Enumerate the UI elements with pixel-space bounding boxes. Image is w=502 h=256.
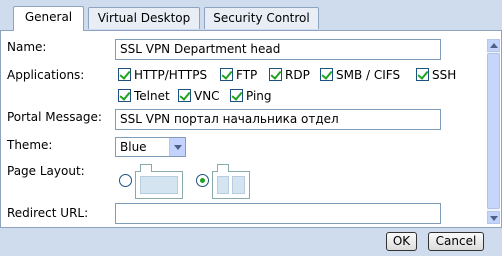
checkbox-checked-icon [118,68,131,81]
app-ssh-label: SSH [432,68,457,82]
general-panel: Name: SSL VPN Department head Applicatio… [0,31,502,227]
layout-block [140,176,178,194]
app-checkbox-ping[interactable]: Ping [230,88,272,104]
ok-button[interactable]: OK [386,232,417,251]
layout-tab-nub [217,164,229,172]
scroll-down-icon[interactable] [487,211,500,224]
layout-radio-two-column[interactable] [196,174,209,187]
name-label: Name: [7,40,47,54]
app-rdp-label: RDP [285,68,310,82]
page-layout-label: Page Layout: [7,164,85,178]
dialog-footer: OK Cancel [0,227,502,256]
app-smb-label: SMB / CIFS [336,68,401,82]
layout-block [217,176,229,194]
single-column-layout-icon [135,164,183,199]
name-field[interactable]: SSL VPN Department head [115,39,441,60]
theme-label: Theme: [7,138,53,152]
app-checkbox-smb[interactable]: SMB / CIFS [320,67,400,83]
theme-select[interactable]: Blue [115,137,186,157]
layout-tab-nub [140,164,152,172]
app-checkbox-http[interactable]: HTTP/HTTPS [118,67,207,83]
cancel-button[interactable]: Cancel [428,232,484,251]
checkbox-checked-icon [269,68,282,81]
chevron-down-icon[interactable] [169,138,185,156]
app-checkbox-vnc[interactable]: VNC [178,88,220,104]
app-checkbox-rdp[interactable]: RDP [269,67,310,83]
app-checkbox-ssh[interactable]: SSH [416,67,456,83]
checkbox-checked-icon [178,89,191,102]
app-ping-label: Ping [246,89,272,103]
redirect-url-field[interactable] [115,203,441,224]
checkbox-checked-icon [416,68,429,81]
layout-radio-single[interactable] [119,174,132,187]
theme-selected-value: Blue [120,140,147,154]
applications-label: Applications: [7,68,85,82]
scroll-up-icon[interactable] [487,39,500,52]
portal-message-field[interactable]: SSL VPN портал начальника отдел [115,109,441,130]
redirect-url-label: Redirect URL: [7,206,89,220]
tab-security-control[interactable]: Security Control [204,7,319,29]
scroll-thumb[interactable] [487,53,500,209]
vertical-scrollbar[interactable] [487,39,500,224]
tab-virtual-desktop[interactable]: Virtual Desktop [88,7,200,29]
app-telnet-label: Telnet [134,89,170,103]
portal-message-label: Portal Message: [7,110,102,124]
app-ftp-label: FTP [236,68,258,82]
checkbox-checked-icon [320,68,333,81]
two-column-layout-icon [212,164,250,199]
tab-general[interactable]: General [13,6,84,31]
app-http-label: HTTP/HTTPS [134,68,208,82]
checkbox-checked-icon [118,89,131,102]
checkbox-checked-icon [230,89,243,102]
app-vnc-label: VNC [194,89,220,103]
layout-block [232,176,245,194]
app-checkbox-telnet[interactable]: Telnet [118,88,170,104]
app-checkbox-ftp[interactable]: FTP [220,67,257,83]
tab-bar: General Virtual Desktop Security Control [0,0,502,34]
checkbox-checked-icon [220,68,233,81]
